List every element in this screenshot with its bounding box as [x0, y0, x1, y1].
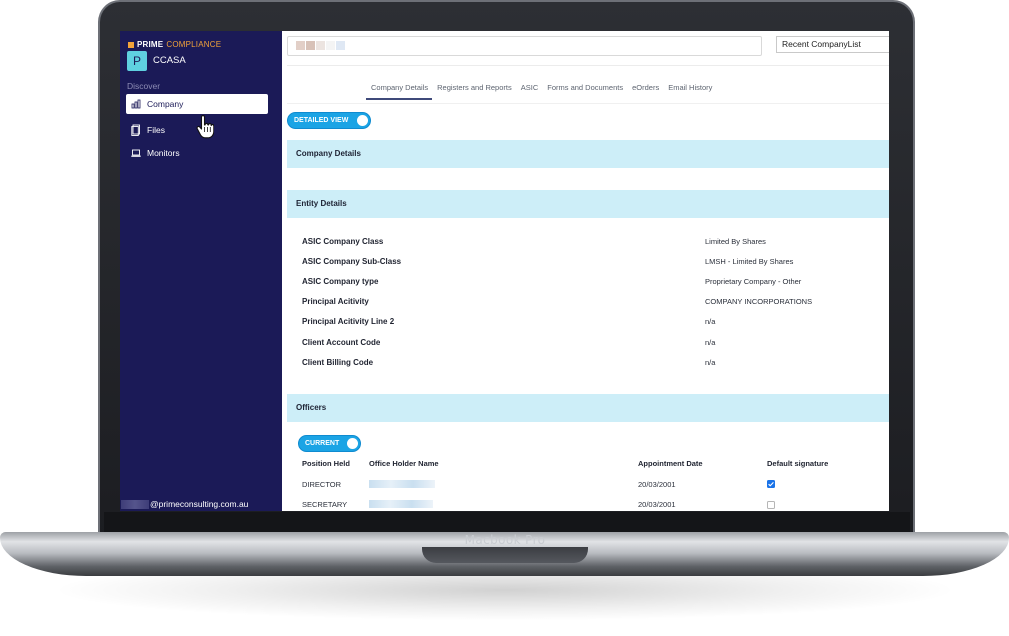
- detail-label: Client Account Code: [302, 338, 381, 347]
- file-icon: [131, 124, 140, 136]
- detailed-view-toggle[interactable]: DETAILED VIEW: [287, 112, 371, 129]
- laptop-icon: [131, 149, 141, 157]
- sidebar-item-monitors[interactable]: Monitors: [126, 143, 268, 163]
- detail-label: ASIC Company Class: [302, 237, 384, 246]
- app-screen: PRIME COMPLIANCE P CCASA Discover Compan…: [120, 31, 889, 511]
- default-signature-checkbox[interactable]: [767, 480, 775, 488]
- detail-label: ASIC Company type: [302, 277, 379, 286]
- detail-label: ASIC Company Sub-Class: [302, 257, 402, 266]
- main-content: Recent CompanyList Company Details Regis…: [282, 31, 889, 511]
- toggle-knob: [357, 115, 368, 126]
- tabs-divider: [287, 103, 889, 104]
- hand-pointer-icon: [196, 115, 214, 139]
- sidebar-item-label: Company: [147, 99, 184, 109]
- device-label: Macbook Pro: [464, 533, 546, 547]
- column-header-default-signature[interactable]: Default signature: [767, 459, 828, 468]
- redacted-office-holder-name: [369, 500, 433, 508]
- company-search-input[interactable]: [287, 36, 762, 56]
- laptop-notch: [422, 547, 588, 563]
- check-icon: [768, 482, 774, 487]
- detail-value: n/a: [705, 338, 716, 347]
- org-name[interactable]: CCASA: [153, 55, 186, 66]
- header-divider: [287, 65, 889, 66]
- tab-email-history[interactable]: Email History: [663, 83, 716, 100]
- section-officers[interactable]: Officers: [287, 394, 889, 422]
- tab-bar: Company Details Registers and Reports AS…: [366, 83, 716, 100]
- org-avatar[interactable]: P: [127, 51, 147, 71]
- tab-eorders[interactable]: eOrders: [627, 83, 663, 100]
- column-header-office-holder[interactable]: Office Holder Name: [369, 459, 439, 468]
- officer-position: DIRECTOR: [302, 480, 342, 489]
- logo-text-prime: PRIME: [137, 40, 164, 49]
- sidebar-item-company[interactable]: Company: [126, 94, 268, 114]
- officer-position: SECRETARY: [302, 500, 348, 509]
- redacted-office-holder-name: [369, 480, 435, 488]
- detail-value: n/a: [705, 317, 716, 326]
- section-entity-details[interactable]: Entity Details: [287, 190, 889, 218]
- sidebar-section-label: Discover: [127, 81, 161, 91]
- user-email[interactable]: @primeconsulting.com.au: [121, 499, 248, 509]
- tab-forms-and-documents[interactable]: Forms and Documents: [542, 83, 627, 100]
- section-company-details[interactable]: Company Details: [287, 140, 889, 168]
- redacted-username: [121, 499, 149, 509]
- detail-value: Limited By Shares: [705, 237, 766, 246]
- tab-registers-and-reports[interactable]: Registers and Reports: [432, 83, 516, 100]
- laptop-bezel: [104, 512, 910, 534]
- sidebar: PRIME COMPLIANCE P CCASA Discover Compan…: [120, 31, 282, 511]
- logo-mark-icon: [128, 41, 134, 48]
- detail-label: Principal Acitivity: [302, 297, 369, 306]
- officer-appointment-date: 20/03/2001: [638, 500, 676, 509]
- toggle-label: CURRENT: [305, 440, 340, 447]
- recent-company-select[interactable]: Recent CompanyList: [776, 36, 889, 53]
- redacted-search-value: [296, 41, 345, 50]
- tab-company-details[interactable]: Company Details: [366, 83, 433, 100]
- detail-value: COMPANY INCORPORATIONS: [705, 297, 813, 306]
- column-header-position[interactable]: Position Held: [302, 459, 350, 468]
- tab-asic[interactable]: ASIC: [516, 83, 543, 100]
- detail-value: n/a: [705, 358, 716, 367]
- detail-value: Proprietary Company - Other: [705, 277, 802, 286]
- detail-label: Client Billing Code: [302, 358, 374, 367]
- current-officers-toggle[interactable]: CURRENT: [298, 435, 361, 452]
- detail-label: Principal Acitivity Line 2: [302, 317, 395, 326]
- toggle-knob: [347, 438, 358, 449]
- app-logo: PRIME COMPLIANCE: [128, 40, 221, 49]
- sidebar-item-label: Files: [147, 125, 165, 135]
- detail-value: LMSH - Limited By Shares: [705, 257, 794, 266]
- user-email-domain: @primeconsulting.com.au: [150, 499, 249, 509]
- column-header-appointment-date[interactable]: Appointment Date: [638, 459, 703, 468]
- default-signature-checkbox[interactable]: [767, 501, 775, 509]
- bar-chart-icon: [131, 99, 141, 109]
- toggle-label: DETAILED VIEW: [294, 117, 349, 124]
- officer-appointment-date: 20/03/2001: [638, 480, 676, 489]
- logo-text-compliance: COMPLIANCE: [166, 40, 222, 49]
- sidebar-item-label: Monitors: [147, 148, 180, 158]
